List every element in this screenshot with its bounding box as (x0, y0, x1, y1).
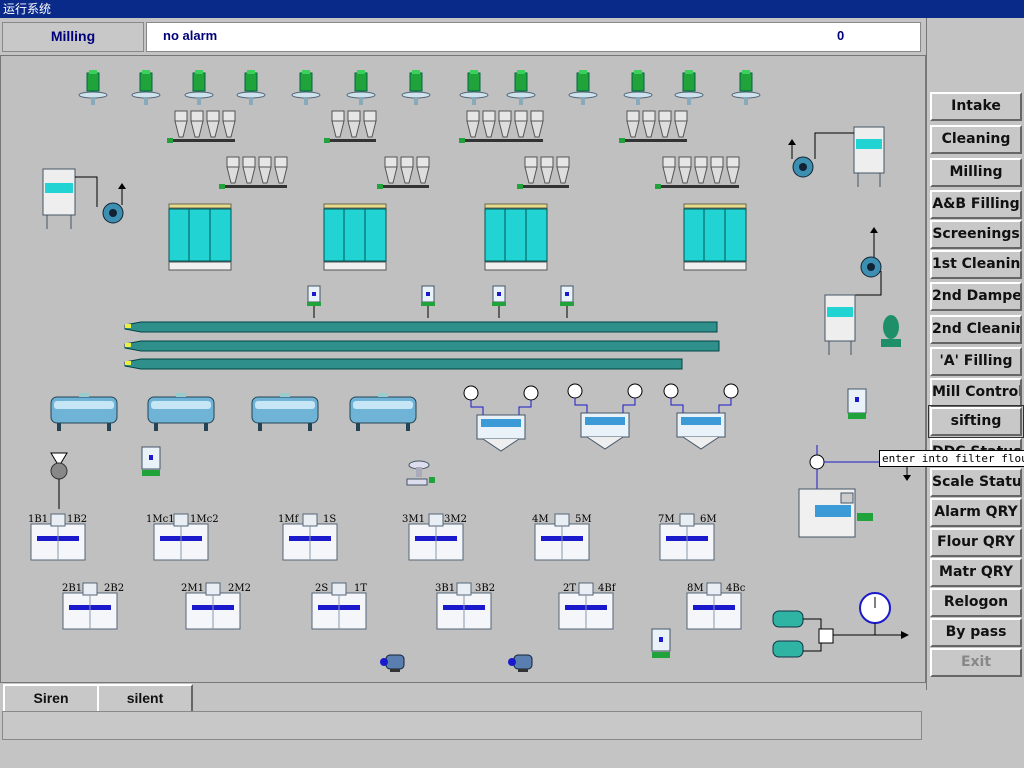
nav-button-by-pass[interactable]: By pass (930, 618, 1022, 647)
nav-button-scale-status[interactable]: Scale Status (930, 468, 1022, 497)
mill-label: 2M2 (228, 583, 251, 594)
navigation-panel: Intake Cleaning Milling A&B Filling Screenin… (926, 18, 1024, 690)
nav-button-1st-cleaning[interactable]: 1st Cleaning (930, 250, 1022, 279)
mills-row-1 (30, 513, 715, 561)
mill-label: 1B2 (67, 514, 88, 525)
mill-label: 5M (575, 514, 592, 525)
mill-label: 7M (658, 514, 675, 525)
alarm-count: 0 (837, 28, 845, 43)
alarm-text: no alarm (163, 28, 218, 43)
mills-row-2 (62, 582, 742, 630)
mill-label: 4M (532, 514, 549, 525)
window-title: 运行系统 (0, 0, 1024, 18)
separators (463, 383, 739, 452)
mill-label: 1T (354, 583, 368, 594)
conveyors (124, 321, 720, 370)
fan-row (78, 69, 761, 106)
mill-label: 1B1 (28, 514, 49, 525)
cyclone-groups (167, 110, 740, 189)
nav-button-milling[interactable]: Milling (930, 158, 1022, 187)
mill-label: 2B1 (62, 583, 83, 594)
nav-button-intake[interactable]: Intake (930, 92, 1022, 121)
nav-button-a-filling[interactable]: 'A' Filling (930, 347, 1022, 376)
nav-button-relogon[interactable]: Relogon (930, 588, 1022, 617)
mill-label: 1Mc2 (190, 514, 219, 525)
nav-button-exit: Exit (930, 648, 1022, 677)
mill-label: 3B2 (475, 583, 496, 594)
nav-button-matr-qry[interactable]: Matr QRY (930, 558, 1022, 587)
nav-button-alarm-qry[interactable]: Alarm QRY (930, 498, 1022, 527)
siren-button[interactable]: Siren (3, 684, 99, 713)
alarm-bar: no alarm 0 (146, 22, 921, 52)
mill-label: 1Mf (278, 514, 299, 525)
nav-button-sifting[interactable]: sifting (928, 405, 1024, 438)
nav-button-flour-qry[interactable]: Flour QRY (930, 528, 1022, 557)
mill-label: 2T (563, 583, 577, 594)
mill-label: 4Bc (726, 583, 746, 594)
process-diagram-svg (30, 69, 911, 673)
nav-button-2nd-cleaning[interactable]: 2nd Cleaning (930, 315, 1022, 344)
mill-label: 4Bf (598, 583, 616, 594)
mill-label: 2M1 (181, 583, 204, 594)
storage-tanks (50, 392, 417, 432)
nav-button-cleaning[interactable]: Cleaning (930, 125, 1022, 154)
mill-label: 2S (315, 583, 329, 594)
process-diagram: 1B1 1B2 1Mc1 1Mc2 1Mf 1S 3M1 3M2 4M 5M 7… (0, 55, 926, 683)
nav-button-screenings[interactable]: Screenings (930, 220, 1022, 249)
mill-label: 6M (700, 514, 717, 525)
rotary-valves (306, 285, 575, 319)
status-bar (2, 711, 922, 740)
silent-button[interactable]: silent (97, 684, 193, 713)
mill-label: 8M (687, 583, 704, 594)
mill-label: 1S (323, 514, 337, 525)
mill-label: 3M1 (402, 514, 425, 525)
nav-button-a-b-filling[interactable]: A&B Filling (930, 190, 1022, 219)
mill-label: 1Mc1 (146, 514, 175, 525)
plansifters (168, 203, 747, 271)
tooltip: enter into filter flour (879, 450, 1024, 467)
section-label: Milling (2, 22, 144, 52)
nav-button-2nd-dampen[interactable]: 2nd Dampen (930, 282, 1022, 311)
mill-label: 3M2 (444, 514, 467, 525)
mill-label: 3B1 (435, 583, 456, 594)
nav-button-mill-control[interactable]: Mill Control (930, 378, 1022, 407)
mill-label: 2B2 (104, 583, 125, 594)
